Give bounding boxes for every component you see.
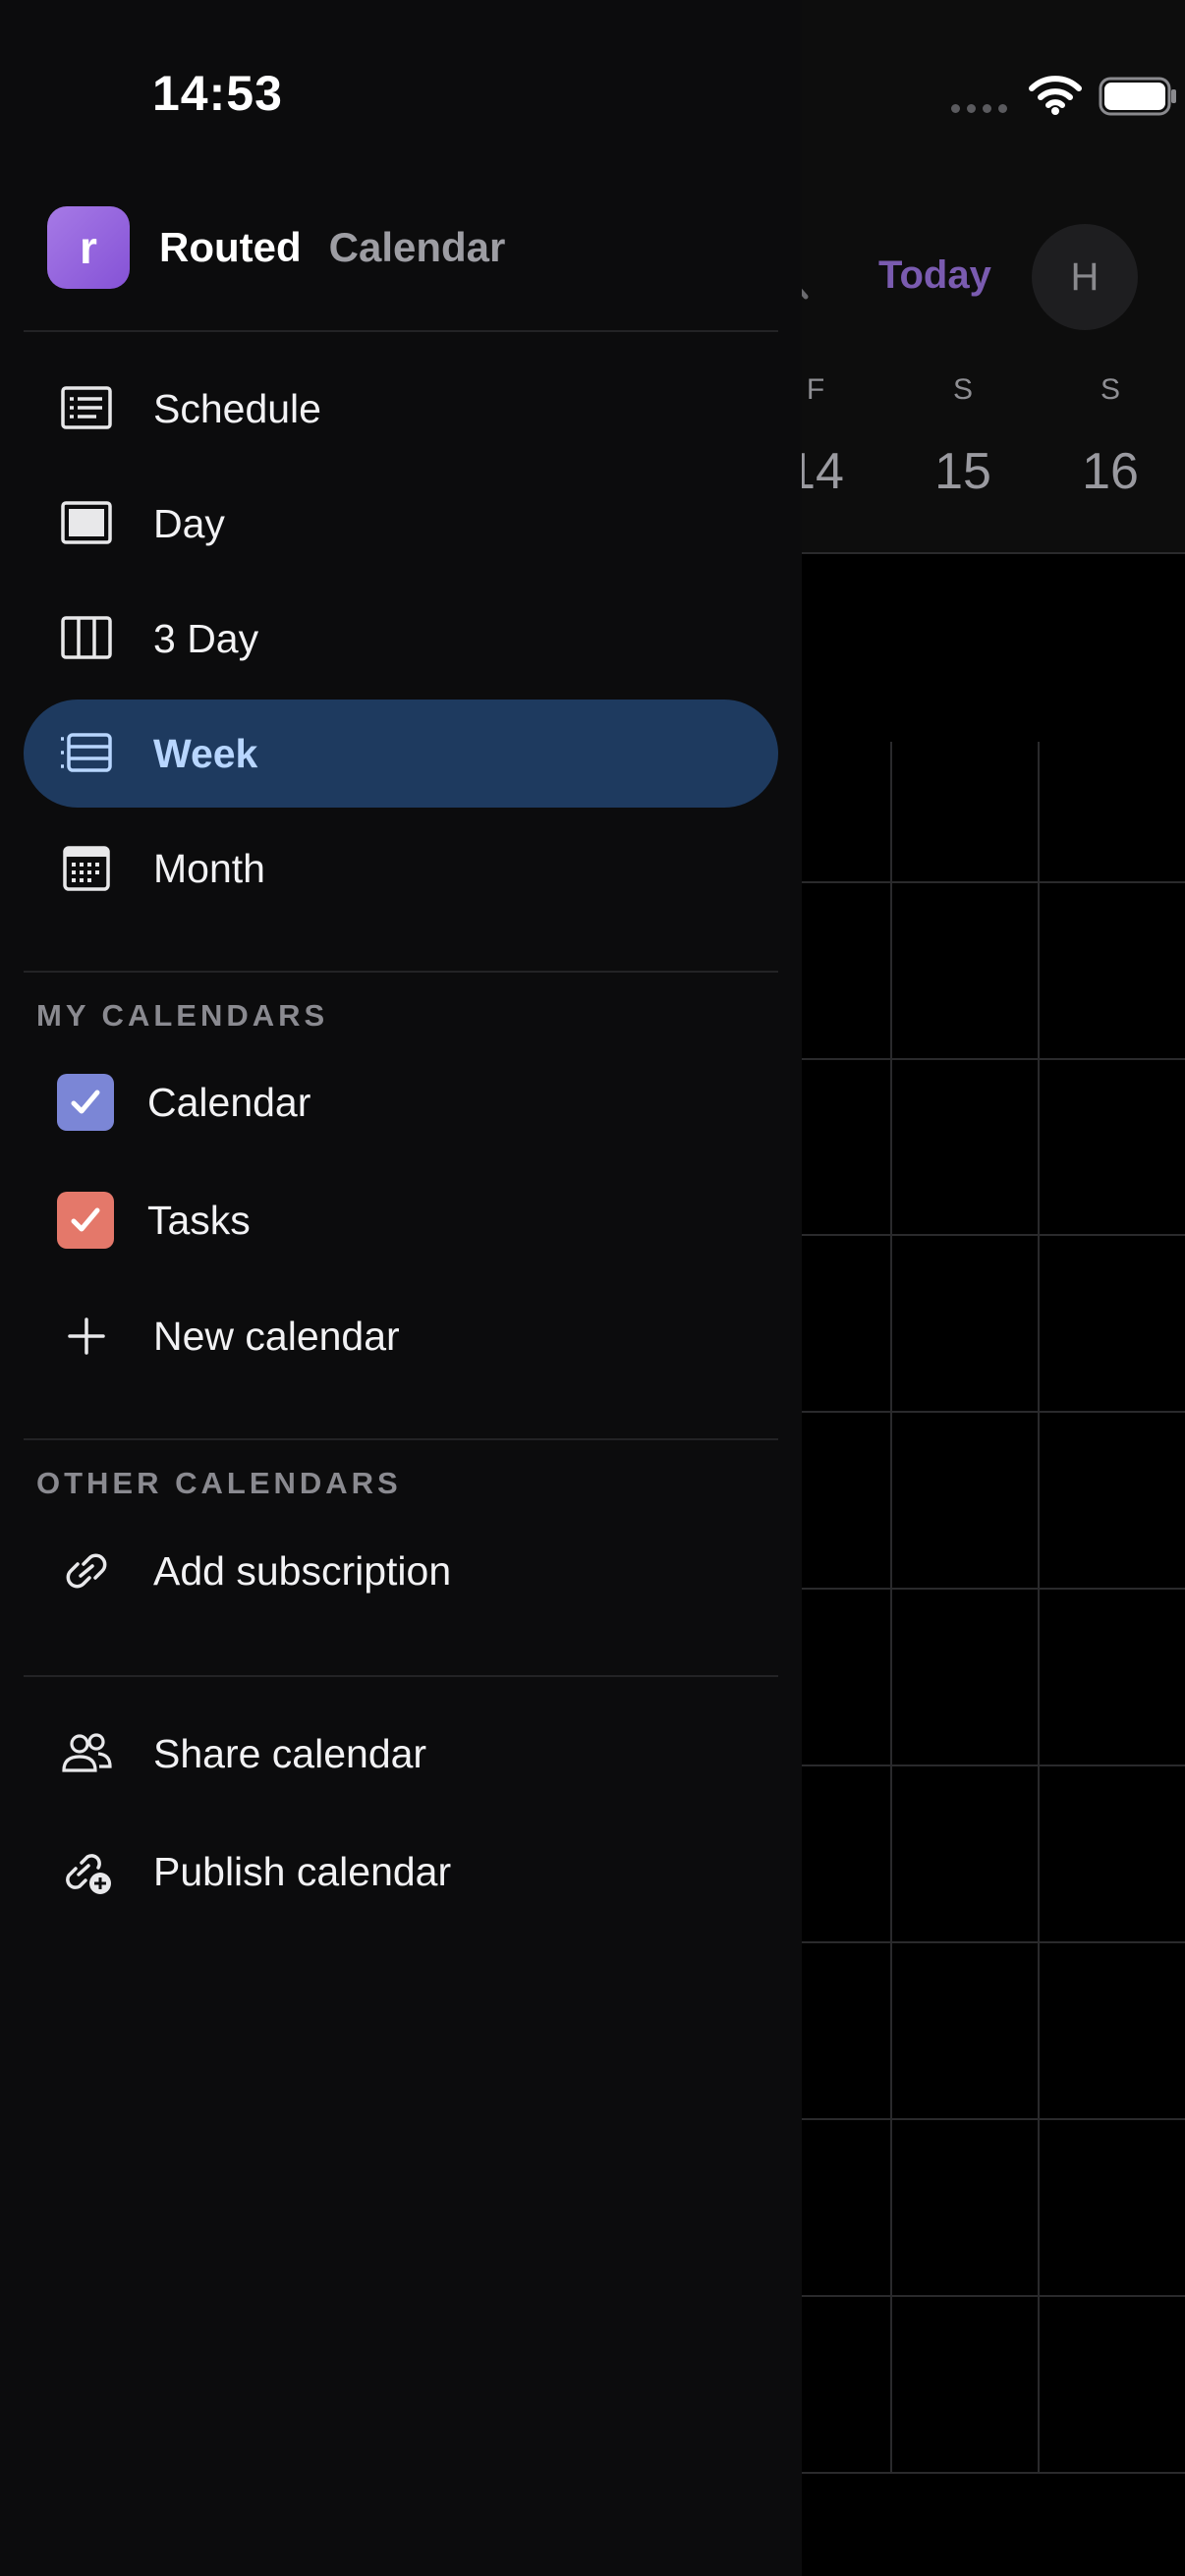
add-subscription-button[interactable]: Add subscription bbox=[24, 1517, 778, 1625]
nav-item-week[interactable]: Week bbox=[24, 700, 778, 808]
month-view-icon bbox=[63, 846, 110, 891]
checkbox[interactable] bbox=[57, 1074, 114, 1131]
grid-hour-line bbox=[802, 1941, 1185, 1943]
schedule-list-icon bbox=[61, 386, 112, 429]
status-time: 14:53 bbox=[152, 66, 283, 121]
app-logo: r bbox=[47, 206, 130, 289]
divider bbox=[24, 330, 778, 332]
link-icon bbox=[66, 1553, 107, 1589]
grid-hour-line bbox=[802, 1411, 1185, 1413]
battery-icon bbox=[1099, 77, 1176, 116]
checkmark-icon bbox=[71, 1207, 100, 1232]
checkbox[interactable] bbox=[57, 1192, 114, 1249]
day-view-icon bbox=[61, 501, 112, 544]
day-of-week: S bbox=[952, 373, 973, 406]
divider bbox=[24, 1675, 778, 1677]
grid-hour-line bbox=[802, 1764, 1185, 1766]
grid-hour-line bbox=[802, 1058, 1185, 1060]
grid-hour-line bbox=[802, 1234, 1185, 1236]
navigation-drawer: 14:53 r Routed Calendar Schedule Day 3 D… bbox=[0, 0, 802, 2576]
avatar-letter: H bbox=[1070, 254, 1100, 299]
nav-item-month[interactable]: Month bbox=[24, 814, 778, 923]
nav-item-schedule[interactable]: Schedule bbox=[24, 355, 778, 463]
publish-calendar-label: Publish calendar bbox=[153, 1848, 452, 1894]
grid-hour-line bbox=[802, 2118, 1185, 2120]
nav-item-day[interactable]: Day bbox=[24, 470, 778, 578]
status-indicators bbox=[890, 69, 1185, 124]
add-subscription-label: Add subscription bbox=[153, 1547, 452, 1594]
divider bbox=[24, 971, 778, 973]
app-name: Routed bbox=[159, 224, 302, 270]
calendar-label: Tasks bbox=[147, 1198, 251, 1243]
app-subtitle: Calendar bbox=[328, 224, 506, 270]
publish-link-icon bbox=[66, 1854, 111, 1894]
new-calendar-label: New calendar bbox=[153, 1313, 400, 1359]
other-calendars-heading: OTHER CALENDARS bbox=[36, 1466, 402, 1500]
share-calendar-label: Share calendar bbox=[153, 1730, 427, 1776]
publish-calendar-button[interactable]: Publish calendar bbox=[24, 1818, 778, 1926]
nav-item-label: 3 Day bbox=[153, 615, 259, 661]
today-button[interactable]: Today bbox=[878, 253, 991, 298]
brand-header: r Routed Calendar bbox=[47, 206, 505, 289]
logo-letter: r bbox=[80, 222, 97, 273]
people-icon bbox=[62, 1733, 112, 1772]
nav-item-3-day[interactable]: 3 Day bbox=[24, 585, 778, 693]
grid-hour-line bbox=[802, 2472, 1185, 2474]
screen: Today H F 14 S 15 S 16 14:53 r Routed Ca… bbox=[0, 0, 1185, 2576]
day-number: 16 bbox=[1082, 443, 1139, 500]
day-of-week: S bbox=[1100, 373, 1120, 406]
calendar-toggle-tasks[interactable]: Tasks bbox=[24, 1166, 778, 1274]
week-view-icon bbox=[61, 733, 112, 772]
nav-item-label: Month bbox=[153, 845, 265, 891]
avatar[interactable]: H bbox=[1032, 224, 1138, 330]
divider bbox=[24, 1438, 778, 1440]
cellular-signal-icon bbox=[951, 104, 1007, 113]
checkmark-icon bbox=[71, 1090, 100, 1114]
day-column-header[interactable]: S 15 bbox=[889, 373, 1037, 501]
day-number: 15 bbox=[934, 443, 991, 500]
calendar-toggle-calendar[interactable]: Calendar bbox=[24, 1048, 778, 1156]
grid-column-line bbox=[1038, 742, 1040, 2473]
grid-hour-line bbox=[802, 2295, 1185, 2297]
new-calendar-button[interactable]: New calendar bbox=[24, 1282, 778, 1390]
grid-column-line bbox=[890, 742, 892, 2473]
nav-item-label: Schedule bbox=[153, 385, 321, 431]
grid-hour-line bbox=[802, 881, 1185, 883]
nav-item-label: Day bbox=[153, 500, 225, 546]
calendar-label: Calendar bbox=[147, 1080, 311, 1125]
nav-item-label: Week bbox=[153, 730, 258, 776]
plus-icon bbox=[68, 1317, 105, 1355]
share-calendar-button[interactable]: Share calendar bbox=[24, 1700, 778, 1808]
three-day-view-icon bbox=[61, 616, 112, 659]
day-column-header[interactable]: S 16 bbox=[1037, 373, 1184, 501]
my-calendars-heading: MY CALENDARS bbox=[36, 998, 329, 1033]
wifi-icon bbox=[1029, 76, 1082, 115]
grid-hour-line bbox=[802, 1588, 1185, 1590]
